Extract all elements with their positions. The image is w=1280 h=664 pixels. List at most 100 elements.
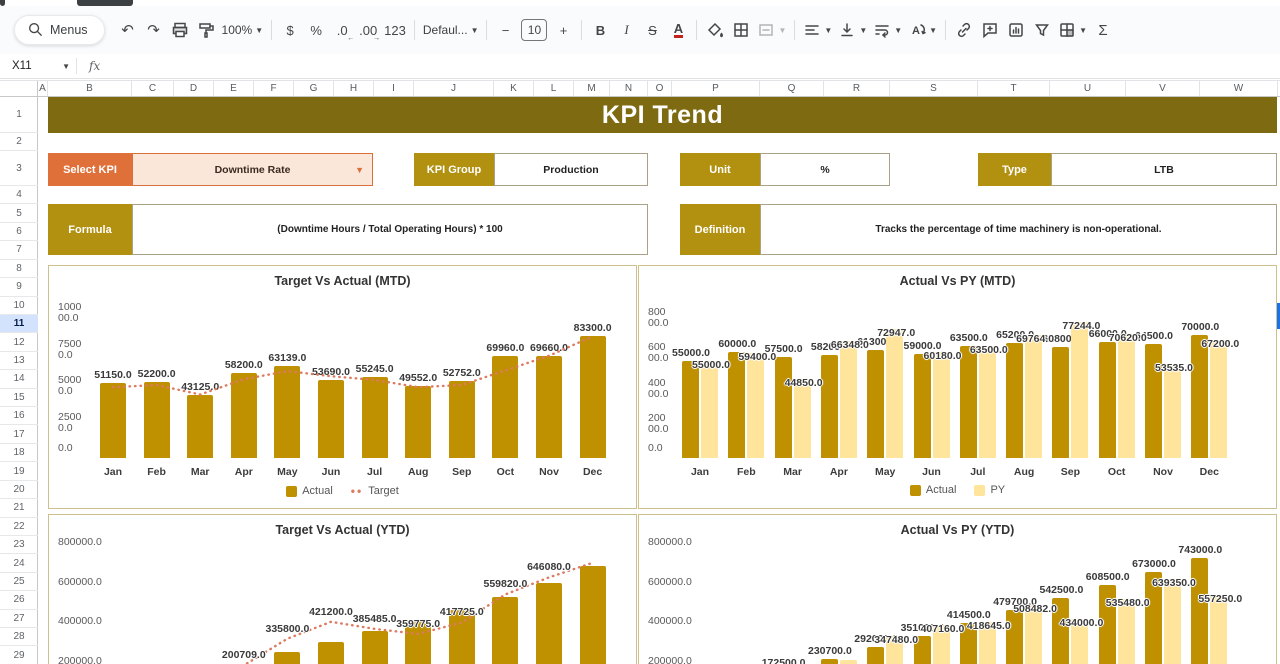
row-number-12[interactable]: 12 — [0, 333, 38, 351]
insert-link-button[interactable] — [951, 16, 977, 44]
functions-button[interactable]: Σ — [1090, 16, 1116, 44]
py-bar-Apr — [840, 341, 857, 458]
row-number-1[interactable]: 1 — [0, 97, 38, 133]
chart-target-vs-actual-mtd-[interactable]: Target Vs Actual (MTD)1000 00.07500 0.05… — [48, 265, 637, 509]
column-header-P[interactable]: P — [672, 81, 760, 96]
column-header-O[interactable]: O — [648, 81, 672, 96]
select-all-corner[interactable] — [0, 81, 38, 96]
kpi-dropdown[interactable]: Downtime Rate ▼ — [132, 153, 373, 186]
vertical-align-button[interactable]: ▼ — [835, 16, 870, 44]
decrease-decimal-button[interactable]: .0← — [329, 16, 355, 44]
formula-value[interactable]: (Downtime Hours / Total Operating Hours)… — [132, 204, 648, 255]
fill-color-button[interactable] — [702, 16, 728, 44]
insert-chart-button[interactable] — [1003, 16, 1029, 44]
column-header-U[interactable]: U — [1050, 81, 1126, 96]
type-value[interactable]: LTB — [1051, 153, 1277, 186]
table-button[interactable]: ▼ — [1055, 16, 1090, 44]
row-number-24[interactable]: 24 — [0, 554, 38, 572]
row-number-5[interactable]: 5 — [0, 204, 38, 222]
zoom-select[interactable]: 100%▼ — [219, 16, 267, 44]
row-number-23[interactable]: 23 — [0, 536, 38, 554]
column-header-R[interactable]: R — [824, 81, 890, 96]
row-number-8[interactable]: 8 — [0, 260, 38, 278]
column-header-K[interactable]: K — [494, 81, 534, 96]
column-header-L[interactable]: L — [534, 81, 574, 96]
row-number-25[interactable]: 25 — [0, 573, 38, 591]
insert-comment-button[interactable] — [977, 16, 1003, 44]
column-header-M[interactable]: M — [574, 81, 610, 96]
column-header-E[interactable]: E — [214, 81, 254, 96]
row-number-9[interactable]: 9 — [0, 278, 38, 296]
row-number-11[interactable]: 11 — [0, 315, 38, 333]
row-number-29[interactable]: 29 — [0, 647, 38, 664]
row-number-6[interactable]: 6 — [0, 223, 38, 241]
column-header-Q[interactable]: Q — [760, 81, 824, 96]
column-header-C[interactable]: C — [132, 81, 174, 96]
horizontal-align-button[interactable]: ▼ — [800, 16, 835, 44]
paint-format-button[interactable] — [193, 16, 219, 44]
font-size-increase-button[interactable]: + — [550, 16, 576, 44]
row-number-18[interactable]: 18 — [0, 444, 38, 462]
column-header-D[interactable]: D — [174, 81, 214, 96]
column-header-I[interactable]: I — [374, 81, 414, 96]
row-number-10[interactable]: 10 — [0, 297, 38, 315]
column-header-S[interactable]: S — [890, 81, 978, 96]
search-icon — [27, 20, 43, 41]
column-header-W[interactable]: W — [1200, 81, 1278, 96]
row-number-13[interactable]: 13 — [0, 352, 38, 370]
format-currency-button[interactable]: $ — [277, 16, 303, 44]
column-header-V[interactable]: V — [1126, 81, 1200, 96]
chart-actual-vs-py-mtd-[interactable]: Actual Vs PY (MTD)800 00.0600 00.0400 00… — [638, 265, 1277, 509]
chart-target-vs-actual-ytd-[interactable]: Target Vs Actual (YTD)800000.0600000.040… — [48, 514, 637, 664]
row-number-17[interactable]: 17 — [0, 425, 38, 443]
kpi-group-value[interactable]: Production — [494, 153, 648, 186]
definition-value[interactable]: Tracks the percentage of time machinery … — [760, 204, 1277, 255]
row-number-22[interactable]: 22 — [0, 518, 38, 536]
row-number-19[interactable]: 19 — [0, 462, 38, 480]
unit-value[interactable]: % — [760, 153, 890, 186]
strikethrough-button[interactable]: S — [639, 16, 665, 44]
row-number-16[interactable]: 16 — [0, 407, 38, 425]
text-color-button[interactable]: A — [665, 16, 691, 44]
row-number-21[interactable]: 21 — [0, 499, 38, 517]
row-number-27[interactable]: 27 — [0, 610, 38, 628]
format-percent-button[interactable]: % — [303, 16, 329, 44]
fx-icon[interactable]: fx — [89, 59, 100, 73]
row-number-28[interactable]: 28 — [0, 628, 38, 646]
row-number-2[interactable]: 2 — [0, 133, 38, 151]
column-header-F[interactable]: F — [254, 81, 294, 96]
font-size-decrease-button[interactable]: − — [492, 16, 518, 44]
undo-button[interactable]: ↶ — [115, 16, 141, 44]
font-select[interactable]: Defaul...▼ — [420, 16, 482, 44]
column-header-T[interactable]: T — [978, 81, 1050, 96]
row-number-15[interactable]: 15 — [0, 389, 38, 407]
filter-button[interactable] — [1029, 16, 1055, 44]
print-button[interactable] — [167, 16, 193, 44]
column-header-A[interactable]: A — [38, 81, 48, 96]
more-formats-button[interactable]: 123 — [381, 16, 409, 44]
font-size-input[interactable]: 10 — [518, 16, 550, 44]
column-header-H[interactable]: H — [334, 81, 374, 96]
row-number-14[interactable]: 14 — [0, 370, 38, 388]
column-header-B[interactable]: B — [48, 81, 132, 96]
row-number-4[interactable]: 4 — [0, 186, 38, 204]
italic-button[interactable]: I — [613, 16, 639, 44]
name-box[interactable]: X11 ▼ — [0, 60, 76, 72]
chart-actual-vs-py-ytd-[interactable]: Actual Vs PY (YTD)800000.0600000.0400000… — [638, 514, 1277, 664]
text-rotate-button[interactable]: A▼ — [905, 16, 940, 44]
row-number-7[interactable]: 7 — [0, 241, 38, 259]
redo-button[interactable]: ↷ — [141, 16, 167, 44]
row-number-3[interactable]: 3 — [0, 151, 38, 186]
row-number-26[interactable]: 26 — [0, 591, 38, 609]
x-axis-label-Apr: Apr — [819, 466, 859, 478]
column-header-J[interactable]: J — [414, 81, 494, 96]
kpi-group-label: KPI Group — [414, 153, 494, 186]
borders-button[interactable] — [728, 16, 754, 44]
column-header-N[interactable]: N — [610, 81, 648, 96]
text-wrap-button[interactable]: ▼ — [870, 16, 905, 44]
row-number-20[interactable]: 20 — [0, 481, 38, 499]
increase-decimal-button[interactable]: .00→ — [355, 16, 381, 44]
bold-button[interactable]: B — [587, 16, 613, 44]
column-header-G[interactable]: G — [294, 81, 334, 96]
menus-pill[interactable]: Menus — [14, 15, 105, 45]
